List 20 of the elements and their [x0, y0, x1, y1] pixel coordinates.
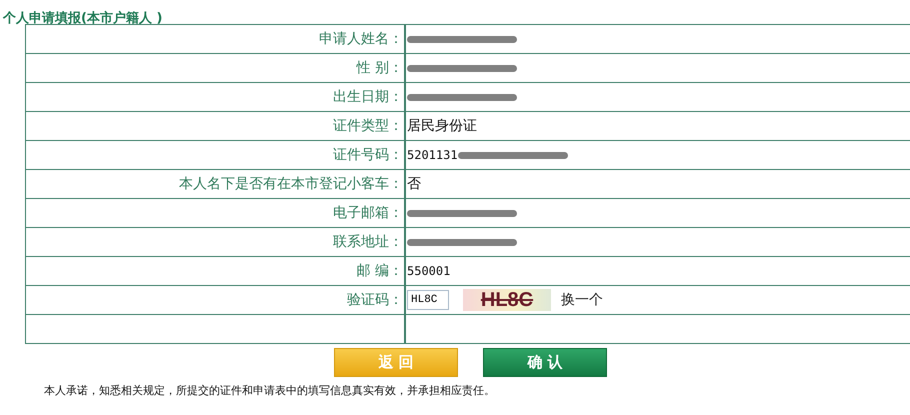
field-label: 申请人姓名： [319, 30, 403, 48]
field-label: 联系地址： [333, 233, 403, 251]
field-label: 验证码： [347, 291, 403, 309]
refresh-captcha-link[interactable]: 换一个 [561, 291, 603, 309]
field-label: 邮 编： [356, 262, 403, 280]
field-label: 性 别： [356, 59, 403, 77]
field-value: 5201131 [407, 148, 458, 162]
field-label: 出生日期： [333, 88, 403, 106]
captcha-image: HL8C [463, 289, 551, 311]
field-label: 证件号码： [333, 146, 403, 164]
field-value: 居民身份证 [407, 117, 477, 135]
confirm-button[interactable]: 确 认 [483, 348, 607, 377]
field-label: 电子邮箱： [333, 204, 403, 222]
captcha-input[interactable]: HL8C [407, 290, 449, 310]
field-label: 本人名下是否有在本市登记小客车： [179, 175, 403, 193]
field-value: 否 [407, 175, 421, 193]
field-label: 证件类型： [333, 117, 403, 135]
commitment-notice: 本人承诺，知悉相关规定，所提交的证件和申请表中的填写信息真实有效，并承担相应责任。 [44, 383, 496, 398]
form-title: 个人申请填报(本市户籍人 ) [2, 10, 164, 24]
field-value: 550001 [407, 264, 450, 278]
